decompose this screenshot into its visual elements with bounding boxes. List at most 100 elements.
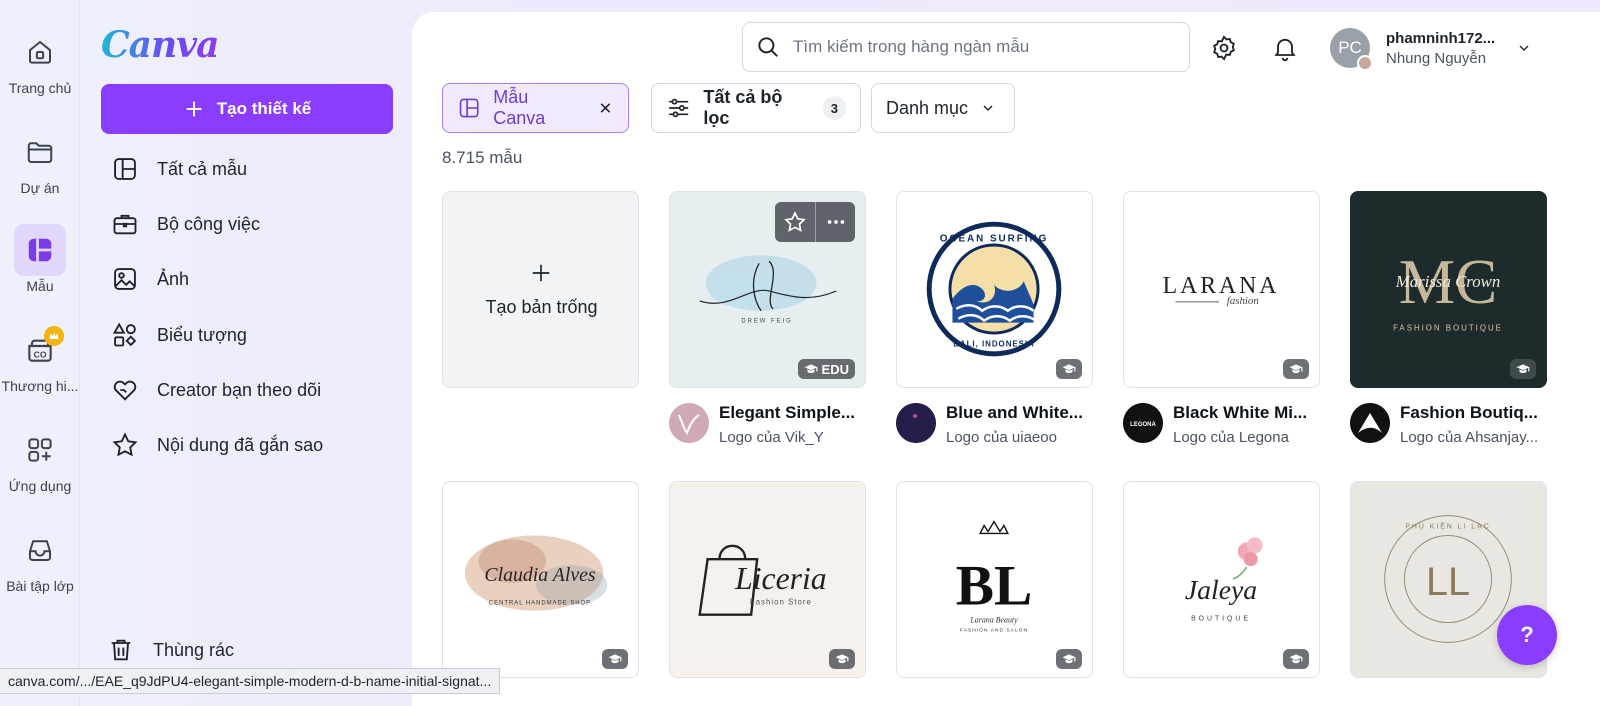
rail-item-home[interactable]: Trang chủ — [0, 26, 80, 96]
create-design-button[interactable]: Tạo thiết kế — [101, 84, 393, 134]
template-title[interactable]: Elegant Simple... — [719, 403, 867, 423]
filter-chip-canva-templates[interactable]: Mẫu Canva — [442, 83, 629, 133]
rail-item-brand[interactable]: CO Thương hi... — [0, 324, 80, 394]
template-author[interactable]: Logo của Vik_Y — [719, 429, 867, 446]
filter-count-badge: 3 — [822, 96, 846, 120]
search-bar[interactable] — [742, 22, 1190, 72]
canva-logo[interactable]: Canva — [101, 24, 219, 66]
more-options-button[interactable] — [815, 202, 855, 242]
logo-text: LL — [1426, 560, 1470, 604]
edu-badge — [1056, 359, 1082, 379]
search-icon — [758, 37, 778, 57]
settings-button[interactable] — [1210, 34, 1238, 62]
template-card[interactable]: LARANA fashion — [1123, 191, 1320, 388]
template-card[interactable]: DREW FEIG EDU — [669, 191, 866, 388]
graduation-cap-icon — [1516, 364, 1530, 374]
help-button[interactable]: ? — [1497, 605, 1557, 665]
sidebar-item-trash[interactable]: Thùng rác — [107, 630, 234, 670]
rail-label: Ứng dụng — [8, 478, 72, 494]
user-name[interactable]: phamninh172... — [1386, 30, 1495, 47]
template-title[interactable]: Fashion Boutiq... — [1400, 403, 1548, 423]
sidebar-item-starred[interactable]: Nội dung đã gắn sao — [111, 425, 323, 465]
template-author[interactable]: Logo của Ahsanjay... — [1400, 429, 1548, 446]
category-dropdown[interactable]: Danh mục — [871, 83, 1015, 133]
edu-badge — [1283, 359, 1309, 379]
template-author[interactable]: Logo của uiaeoo — [946, 429, 1094, 446]
sidebar-item-icons[interactable]: Biểu tượng — [111, 315, 247, 355]
template-thumbnail: Liceria Fashion Store — [670, 482, 865, 677]
close-icon[interactable] — [597, 99, 614, 117]
template-meta: Elegant Simple... Logo của Vik_Y — [669, 403, 869, 453]
sidebar-item-work-kits[interactable]: Bộ công việc — [111, 204, 260, 244]
inbox-icon — [14, 524, 66, 576]
sidebar: Canva Tạo thiết kế Tất cả mẫu Bộ công vi… — [81, 0, 411, 706]
logo-subtext: fashion — [1227, 295, 1259, 307]
rail-item-apps[interactable]: Ứng dụng — [0, 424, 80, 494]
author-avatar[interactable] — [896, 403, 936, 443]
author-avatar[interactable] — [669, 403, 709, 443]
left-rail: Trang chủ Dự án Mẫu CO Thương hi... Ứng … — [0, 0, 80, 706]
template-thumbnail: BL Larana Beauty FASHION AND SALON — [956, 520, 1032, 633]
sidebar-item-label: Bộ công việc — [157, 213, 261, 234]
logo-text: Jaleya — [1185, 574, 1257, 605]
template-card[interactable]: Jaleya BOUTIQUE — [1123, 481, 1320, 678]
sidebar-item-label: Tất cả mẫu — [157, 158, 248, 179]
template-thumbnail: Jaleya BOUTIQUE — [1185, 537, 1263, 623]
template-meta: Blue and White... Logo của uiaeoo — [896, 403, 1096, 453]
author-avatar-text: LEGONA — [1130, 422, 1156, 428]
rail-label: Bài tập lớp — [6, 578, 74, 594]
template-card[interactable]: Liceria Fashion Store — [669, 481, 866, 678]
template-title[interactable]: Black White Mi... — [1173, 403, 1321, 423]
templates-outline-icon — [114, 158, 136, 180]
template-title[interactable]: Blue and White... — [946, 403, 1094, 423]
template-card[interactable]: Claudia Alves CENTRAL HANDMADE SHOP — [442, 481, 639, 678]
more-icon — [827, 220, 844, 224]
edu-badge — [1283, 649, 1309, 669]
rail-label: Thương hi... — [1, 378, 79, 394]
user-team[interactable]: Nhung Nguyễn — [1386, 50, 1486, 67]
edu-badge-label: EDU — [821, 361, 849, 377]
logo-subtext: CENTRAL HANDMADE SHOP — [489, 601, 591, 607]
graduation-cap-icon — [1062, 654, 1076, 664]
edu-badge — [602, 649, 628, 669]
logo-text: Claudia Alves — [484, 564, 595, 586]
rail-label: Dự án — [20, 180, 60, 196]
sidebar-item-photos[interactable]: Ảnh — [111, 259, 189, 299]
template-thumbnail: MC Marissa Crown FASHION BOUTIQUE — [1351, 192, 1546, 387]
template-card[interactable]: BL Larana Beauty FASHION AND SALON — [896, 481, 1093, 678]
all-filters-button[interactable]: Tất cả bộ lọc 3 — [651, 83, 861, 133]
templates-icon — [14, 224, 66, 276]
star-icon — [784, 211, 806, 232]
avatar[interactable]: PC — [1330, 28, 1373, 71]
chevron-down-icon[interactable] — [1516, 40, 1532, 56]
heart-hand-icon — [113, 380, 137, 401]
star-button[interactable] — [775, 202, 815, 242]
graduation-cap-icon — [608, 654, 622, 664]
logo-subtext: BOUTIQUE — [1191, 616, 1251, 623]
template-meta: Fashion Boutiq... Logo của Ahsanjay... — [1350, 403, 1550, 453]
logo-text: Liceria — [734, 561, 826, 596]
sidebar-item-label: Thùng rác — [153, 639, 235, 660]
notifications-button[interactable] — [1271, 34, 1299, 62]
search-input[interactable] — [793, 37, 1173, 57]
sidebar-item-followed-creators[interactable]: Creator bạn theo dõi — [111, 370, 321, 410]
folder-icon — [14, 126, 66, 178]
status-bar-url: canva.com/.../EAE_q9JdPU4-elegant-simple… — [0, 668, 501, 694]
template-thumbnail: LARANA fashion — [1163, 273, 1280, 307]
template-card[interactable]: OCEAN SURFING BALI, INDONESIA — [896, 191, 1093, 388]
main-panel: PC phamninh172... Nhung Nguyễn Mẫu Canva… — [412, 12, 1600, 706]
template-card[interactable]: MC Marissa Crown FASHION BOUTIQUE — [1350, 191, 1547, 388]
briefcase-icon — [113, 214, 137, 235]
sidebar-item-all-templates[interactable]: Tất cả mẫu — [111, 149, 247, 189]
apps-icon — [14, 424, 66, 476]
author-avatar[interactable] — [1350, 403, 1390, 443]
logo-subtext: Larana Beauty — [969, 616, 1018, 625]
logo-text: LARANA — [1163, 273, 1280, 299]
rail-item-projects[interactable]: Dự án — [0, 126, 80, 196]
rail-item-templates[interactable]: Mẫu — [0, 224, 80, 294]
edu-badge — [1510, 359, 1536, 379]
author-avatar[interactable]: LEGONA — [1123, 403, 1163, 443]
rail-item-assignments[interactable]: Bài tập lớp — [0, 524, 80, 594]
blank-design-card[interactable]: Tạo bản trống — [442, 191, 639, 388]
template-author[interactable]: Logo của Legona — [1173, 429, 1321, 446]
